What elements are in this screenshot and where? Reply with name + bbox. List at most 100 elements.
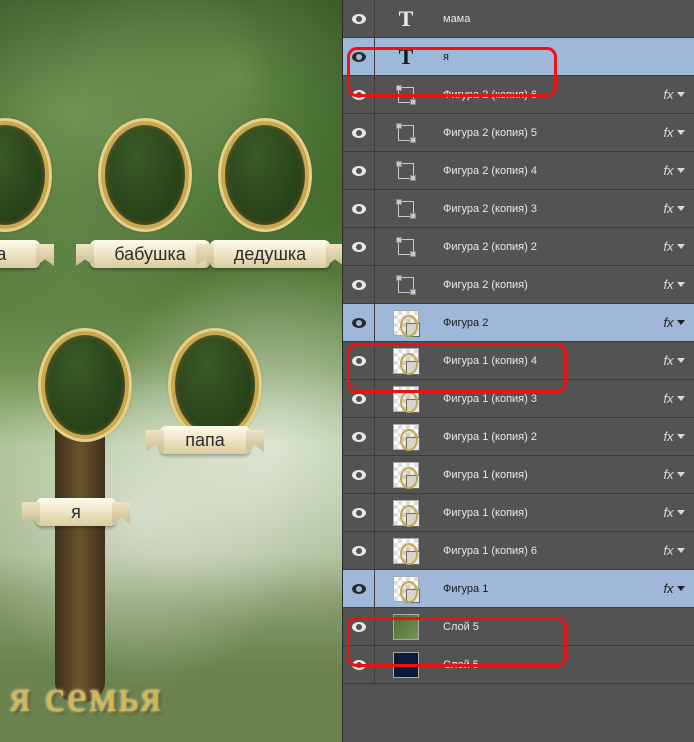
visibility-toggle[interactable] (343, 532, 375, 569)
layer-row[interactable]: Фигура 2 (копия) 2fx (343, 228, 694, 266)
layer-name[interactable]: Фигура 2 (копия) 5 (437, 127, 654, 139)
visibility-toggle[interactable] (343, 494, 375, 531)
layer-thumbnail[interactable] (375, 456, 437, 493)
layer-name[interactable]: Фигура 1 (копия) 4 (437, 355, 654, 367)
layer-thumbnail[interactable] (375, 418, 437, 455)
layer-thumbnail[interactable]: T (375, 38, 437, 75)
layer-effects-toggle[interactable]: fx (654, 570, 694, 607)
layer-name[interactable]: Фигура 1 (копия) (437, 469, 654, 481)
layer-effects-toggle[interactable]: fx (654, 266, 694, 303)
layer-effects-toggle[interactable]: fx (654, 152, 694, 189)
portrait-frame (170, 330, 260, 440)
layer-row[interactable]: Фигура 2 (копия) 5fx (343, 114, 694, 152)
layers-panel[interactable]: TмамаTяФигура 2 (копия) 6fxФигура 2 (коп… (342, 0, 694, 742)
text-layer-icon: T (399, 6, 414, 32)
layer-row[interactable]: Фигура 2 (копия) 3fx (343, 190, 694, 228)
layer-name[interactable]: Фигура 1 (копия) 2 (437, 431, 654, 443)
layer-name[interactable]: Фигура 1 (копия) 6 (437, 545, 654, 557)
layer-effects-toggle[interactable]: fx (654, 532, 694, 569)
layer-name[interactable]: мама (437, 13, 694, 25)
layer-row[interactable]: Tя (343, 38, 694, 76)
visibility-toggle[interactable] (343, 570, 375, 607)
visibility-toggle[interactable] (343, 0, 375, 37)
layer-thumbnail[interactable] (375, 76, 437, 113)
shape-layer-icon (398, 239, 414, 255)
layer-effects-toggle[interactable]: fx (654, 228, 694, 265)
layer-row[interactable]: Слой 5 (343, 646, 694, 684)
layer-name[interactable]: Фигура 2 (копия) (437, 279, 654, 291)
visibility-toggle[interactable] (343, 152, 375, 189)
layer-row[interactable]: Фигура 1 (копия)fx (343, 494, 694, 532)
visibility-toggle[interactable] (343, 456, 375, 493)
layer-thumbnail[interactable] (375, 532, 437, 569)
visibility-toggle[interactable] (343, 190, 375, 227)
visibility-toggle[interactable] (343, 380, 375, 417)
eye-icon (352, 128, 366, 138)
layer-row[interactable]: Фигура 2 (копия) fx (343, 266, 694, 304)
layer-name[interactable]: Слой 5 (437, 621, 694, 633)
layer-name[interactable]: Фигура 2 (копия) 3 (437, 203, 654, 215)
fx-icon: fx (663, 467, 673, 482)
layer-thumbnail[interactable] (375, 114, 437, 151)
visibility-toggle[interactable] (343, 76, 375, 113)
shape-layer-icon (398, 125, 414, 141)
layer-effects-toggle[interactable]: fx (654, 342, 694, 379)
layer-row[interactable]: Фигура 2 (копия) 6fx (343, 76, 694, 114)
chevron-down-icon (677, 130, 685, 135)
visibility-toggle[interactable] (343, 304, 375, 341)
layer-effects-toggle[interactable]: fx (654, 380, 694, 417)
eye-icon (352, 356, 366, 366)
layer-row[interactable]: Фигура 1 (копия) fx (343, 456, 694, 494)
layer-thumbnail[interactable] (375, 570, 437, 607)
layer-thumbnail[interactable] (375, 342, 437, 379)
visibility-toggle[interactable] (343, 266, 375, 303)
layer-thumbnail[interactable] (375, 494, 437, 531)
shape-layer-icon (398, 201, 414, 217)
layer-effects-toggle[interactable]: fx (654, 114, 694, 151)
chevron-down-icon (677, 244, 685, 249)
layer-row[interactable]: Фигура 1fx (343, 570, 694, 608)
visibility-toggle[interactable] (343, 646, 375, 683)
layer-effects-toggle[interactable]: fx (654, 456, 694, 493)
layer-thumbnail[interactable] (375, 304, 437, 341)
layer-row[interactable]: Фигура 1 (копия) 6fx (343, 532, 694, 570)
layer-name[interactable]: я (437, 51, 694, 63)
layer-row[interactable]: Фигура 2fx (343, 304, 694, 342)
layer-thumbnail[interactable] (375, 228, 437, 265)
layer-name[interactable]: Фигура 2 (копия) 6 (437, 89, 654, 101)
layer-row[interactable]: Фигура 1 (копия) 2fx (343, 418, 694, 456)
layer-effects-toggle[interactable]: fx (654, 190, 694, 227)
layer-name[interactable]: Фигура 2 (копия) 4 (437, 165, 654, 177)
layer-thumbnail[interactable] (375, 190, 437, 227)
layer-row[interactable]: Фигура 1 (копия) 3fx (343, 380, 694, 418)
layer-name[interactable]: Фигура 1 (копия) (437, 507, 654, 519)
layer-row[interactable]: Фигура 1 (копия) 4fx (343, 342, 694, 380)
layer-thumbnail[interactable] (375, 608, 437, 645)
visibility-toggle[interactable] (343, 228, 375, 265)
layer-thumbnail[interactable] (375, 646, 437, 683)
layer-effects-toggle[interactable]: fx (654, 76, 694, 113)
document-canvas[interactable]: шка бабушка дедушка папа я я семья (0, 0, 342, 742)
layer-name[interactable]: Фигура 1 (437, 583, 654, 595)
layer-row[interactable]: Tмама (343, 0, 694, 38)
layer-row[interactable]: Слой 5 (343, 608, 694, 646)
layer-effects-toggle[interactable]: fx (654, 304, 694, 341)
visibility-toggle[interactable] (343, 608, 375, 645)
fx-icon: fx (663, 277, 673, 292)
visibility-toggle[interactable] (343, 342, 375, 379)
eye-icon (352, 52, 366, 62)
visibility-toggle[interactable] (343, 418, 375, 455)
layer-name[interactable]: Слой 5 (437, 659, 694, 671)
layer-name[interactable]: Фигура 1 (копия) 3 (437, 393, 654, 405)
layer-name[interactable]: Фигура 2 (437, 317, 654, 329)
layer-thumbnail[interactable] (375, 266, 437, 303)
layer-thumbnail[interactable] (375, 380, 437, 417)
visibility-toggle[interactable] (343, 114, 375, 151)
layer-thumbnail[interactable] (375, 152, 437, 189)
layer-thumbnail[interactable]: T (375, 0, 437, 37)
layer-effects-toggle[interactable]: fx (654, 418, 694, 455)
visibility-toggle[interactable] (343, 38, 375, 75)
layer-row[interactable]: Фигура 2 (копия) 4fx (343, 152, 694, 190)
layer-effects-toggle[interactable]: fx (654, 494, 694, 531)
layer-name[interactable]: Фигура 2 (копия) 2 (437, 241, 654, 253)
